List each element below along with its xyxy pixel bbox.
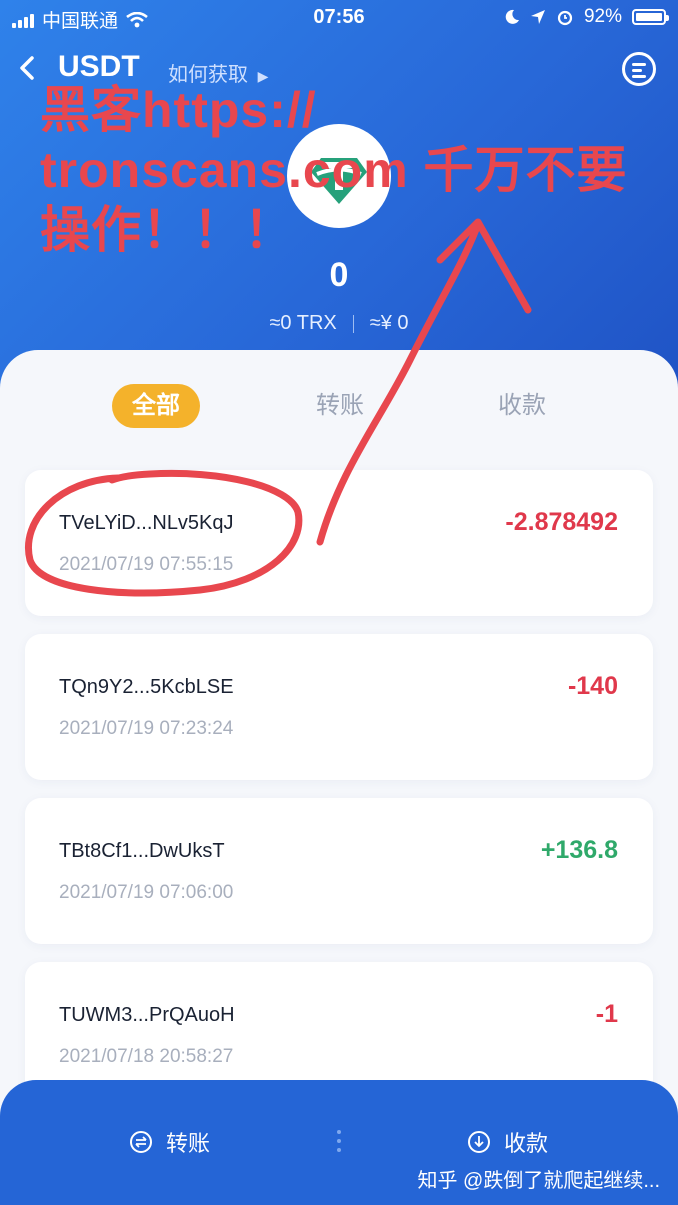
annotation-line-2: tronscans.com 千万不要: [40, 142, 628, 198]
annotation-line-3: 操作！！！: [40, 202, 295, 258]
annotation-line-1: 黑客https://: [40, 82, 317, 138]
warning-annotation: 黑客https:// tronscans.com 千万不要 操作！！！: [40, 80, 628, 260]
zhihu-watermark: 知乎 @跌倒了就爬起继续...: [417, 1170, 660, 1192]
